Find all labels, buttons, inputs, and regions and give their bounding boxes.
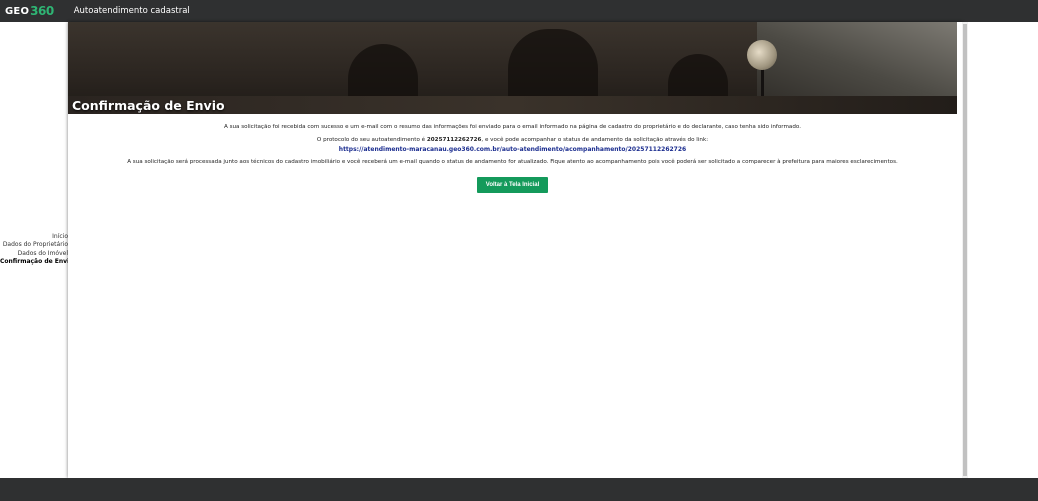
sidebar-item-confirmacao-envio[interactable]: Confirmação de Envio — [0, 258, 73, 266]
page-title: Confirmação de Envio — [72, 98, 225, 113]
logo-text: GEO — [5, 5, 30, 17]
app-title: Autoatendimento cadastral — [73, 6, 190, 16]
scrollbar-thumb[interactable] — [963, 24, 967, 476]
confirmation-message: A sua solicitação foi recebida com suces… — [223, 124, 802, 130]
sidebar-item-dados-proprietario[interactable]: Dados do Proprietário — [0, 241, 68, 249]
top-bar: GEO 360 Autoatendimento cadastral — [0, 0, 1038, 22]
protocol-prefix: O protocolo do seu autoatendimento é — [316, 136, 427, 143]
protocol-message: O protocolo do seu autoatendimento é 202… — [84, 137, 941, 145]
protocol-number: 20257112262726 — [426, 136, 482, 143]
protocol-suffix: , e você pode acompanhar o status de and… — [481, 136, 709, 143]
banner-image: Confirmação de Envio — [68, 22, 957, 114]
bottom-bar — [0, 478, 1038, 501]
tracking-link[interactable]: https://atendimento-maracanau.geo360.com… — [84, 146, 941, 154]
sidebar-item-inicio[interactable]: Início — [0, 233, 68, 241]
back-to-home-button[interactable]: Voltar à Tela Inicial — [476, 177, 549, 193]
processing-message: A sua solicitação será processada junto … — [127, 158, 898, 165]
logo-number: 360 — [30, 4, 54, 18]
geo360-logo[interactable]: GEO 360 — [5, 0, 54, 22]
sidebar-item-dados-imovel[interactable]: Dados do Imóvel — [0, 250, 68, 258]
main-panel: Confirmação de Envio A sua solicitação f… — [68, 22, 962, 478]
banner-lamp — [747, 40, 777, 70]
step-sidebar: Início Dados do Proprietário Dados do Im… — [0, 233, 73, 266]
confirmation-content: A sua solicitação foi recebida com suces… — [68, 124, 957, 193]
